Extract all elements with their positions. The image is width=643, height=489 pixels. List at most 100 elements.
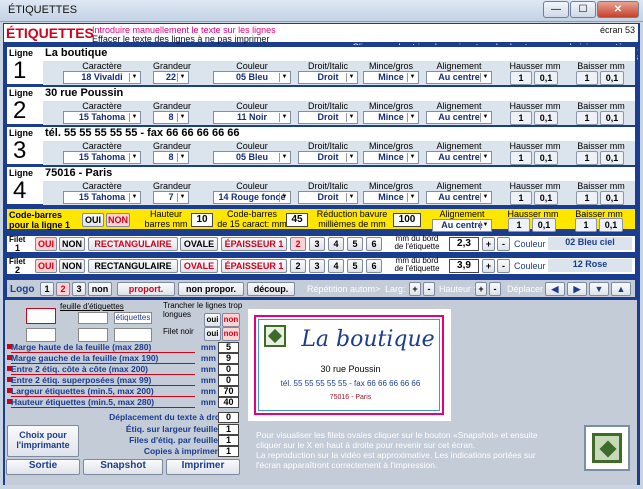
maximize-button[interactable]: ☐: [570, 1, 596, 18]
select-size[interactable]: 22 ▼: [153, 71, 189, 84]
trim-non-button[interactable]: non: [222, 313, 240, 327]
filet-oui-button[interactable]: OUI: [35, 259, 57, 273]
filet-plus-button[interactable]: +: [482, 259, 495, 273]
filet-ovale-button[interactable]: OVALE: [180, 259, 218, 273]
logo-non-button[interactable]: non: [88, 282, 112, 296]
select-style[interactable]: Droit ▼: [298, 191, 358, 204]
filet-minus-button[interactable]: -: [497, 237, 510, 251]
logo-height-plus[interactable]: +: [475, 282, 487, 296]
raise-1-button[interactable]: 1: [510, 71, 532, 85]
select-size[interactable]: 8 ▼: [153, 111, 189, 124]
select-size[interactable]: 7 ▼: [153, 191, 189, 204]
select-weight[interactable]: Mince ▼: [363, 191, 419, 204]
select-style[interactable]: Droit ▼: [298, 71, 358, 84]
barcode-non-button[interactable]: NON: [106, 213, 130, 227]
filet-color-select[interactable]: 02 Bleu ciel: [548, 237, 632, 250]
barcode-lower-1[interactable]: 1: [575, 218, 597, 232]
filet-oui-button[interactable]: OUI: [35, 237, 57, 251]
close-button[interactable]: ✕: [597, 1, 639, 18]
filet-thickness-4[interactable]: 4: [328, 259, 344, 273]
filet-thickness-button[interactable]: ÉPAISSEUR 1: [221, 259, 287, 273]
filet-thickness-4[interactable]: 4: [328, 237, 344, 251]
select-color[interactable]: 05 Bleu ▼: [213, 71, 291, 84]
lower-1-button[interactable]: 1: [576, 71, 598, 85]
line-text-input[interactable]: tél. 55 55 55 55 55 - fax 66 66 66 66 66: [43, 127, 635, 141]
barcode-chars-input[interactable]: 45: [286, 213, 308, 227]
raise-01-button[interactable]: 0,1: [534, 71, 558, 85]
count-input[interactable]: 1: [218, 446, 239, 457]
lower-1-button[interactable]: 1: [576, 191, 598, 205]
param-input[interactable]: 40: [218, 397, 239, 408]
filet-color-select[interactable]: 12 Rose: [548, 259, 632, 272]
raise-1-button[interactable]: 1: [510, 151, 532, 165]
select-size[interactable]: 8 ▼: [153, 151, 189, 164]
filet-thickness-6[interactable]: 6: [366, 237, 382, 251]
select-style[interactable]: Droit ▼: [298, 111, 358, 124]
arrow-up-icon[interactable]: ▲: [611, 282, 631, 296]
logo-width-plus[interactable]: +: [409, 282, 421, 296]
filet-thickness-6[interactable]: 6: [366, 259, 382, 273]
param-input[interactable]: 5: [218, 342, 239, 353]
count-input[interactable]: 1: [218, 435, 239, 446]
select-align[interactable]: Au centre ▼: [426, 151, 492, 164]
filet-rect-button[interactable]: RECTANGULAIRE: [88, 259, 178, 273]
param-input[interactable]: 0: [218, 364, 239, 375]
exit-button[interactable]: Sortie: [6, 459, 80, 475]
select-font[interactable]: 15 Tahoma ▼: [63, 191, 141, 204]
select-align[interactable]: Au centre ▼: [426, 71, 492, 84]
barcode-height-input[interactable]: 10: [191, 213, 213, 227]
snapshot-button[interactable]: Snapshot: [83, 459, 163, 475]
filet-thickness-2[interactable]: 2: [290, 237, 306, 251]
text-shift-input[interactable]: 0: [218, 412, 239, 423]
logo-height-minus[interactable]: -: [489, 282, 501, 296]
border-non-button[interactable]: non: [222, 327, 240, 341]
logo-width-minus[interactable]: -: [423, 282, 435, 296]
select-font[interactable]: 18 Vivaldi ▼: [63, 71, 141, 84]
barcode-raise-1[interactable]: 1: [508, 218, 530, 232]
filet-dist-input[interactable]: 3,9: [449, 259, 479, 273]
print-button[interactable]: Imprimer: [166, 459, 240, 475]
minimize-button[interactable]: —: [543, 1, 569, 18]
filet-plus-button[interactable]: +: [482, 237, 495, 251]
logo-decoup-button[interactable]: découp.: [247, 282, 295, 296]
filet-thickness-3[interactable]: 3: [309, 237, 325, 251]
select-font[interactable]: 15 Tahoma ▼: [63, 111, 141, 124]
param-input[interactable]: 0: [218, 375, 239, 386]
lower-1-button[interactable]: 1: [576, 151, 598, 165]
filet-non-button[interactable]: NON: [59, 259, 85, 273]
raise-1-button[interactable]: 1: [510, 191, 532, 205]
lower-01-button[interactable]: 0,1: [600, 71, 624, 85]
select-align[interactable]: Au centre ▼: [426, 191, 492, 204]
filet-thickness-3[interactable]: 3: [309, 259, 325, 273]
filet-rect-button[interactable]: RECTANGULAIRE: [88, 237, 178, 251]
line-text-input[interactable]: 30 rue Poussin: [43, 87, 635, 101]
lower-01-button[interactable]: 0,1: [600, 111, 624, 125]
select-weight[interactable]: Mince ▼: [363, 151, 419, 164]
raise-01-button[interactable]: 0,1: [534, 111, 558, 125]
logo-2-button[interactable]: 2: [56, 282, 70, 296]
select-weight[interactable]: Mince ▼: [363, 71, 419, 84]
select-style[interactable]: Droit ▼: [298, 151, 358, 164]
trim-oui-button[interactable]: oui: [204, 313, 221, 327]
lower-01-button[interactable]: 0,1: [600, 151, 624, 165]
arrow-down-icon[interactable]: ▼: [589, 282, 609, 296]
filet-thickness-button[interactable]: ÉPAISSEUR 1: [221, 237, 287, 251]
barcode-reduction-input[interactable]: 100: [393, 213, 421, 227]
param-input[interactable]: 70: [218, 386, 239, 397]
raise-1-button[interactable]: 1: [510, 111, 532, 125]
filet-non-button[interactable]: NON: [59, 237, 85, 251]
line-text-input[interactable]: La boutique: [43, 47, 635, 61]
raise-01-button[interactable]: 0,1: [534, 151, 558, 165]
count-input[interactable]: 1: [218, 424, 239, 435]
barcode-raise-01[interactable]: 0,1: [532, 218, 556, 232]
logo-nonprop-button[interactable]: non propor.: [178, 282, 244, 296]
param-input[interactable]: 9: [218, 353, 239, 364]
barcode-align-select[interactable]: Au centre ▼: [432, 219, 492, 232]
filet-thickness-5[interactable]: 5: [347, 259, 363, 273]
logo-1-button[interactable]: 1: [40, 282, 54, 296]
filet-dist-input[interactable]: 2,3: [449, 237, 479, 251]
filet-thickness-5[interactable]: 5: [347, 237, 363, 251]
raise-01-button[interactable]: 0,1: [534, 191, 558, 205]
barcode-oui-button[interactable]: OUI: [82, 213, 104, 227]
select-align[interactable]: Au centre ▼: [426, 111, 492, 124]
